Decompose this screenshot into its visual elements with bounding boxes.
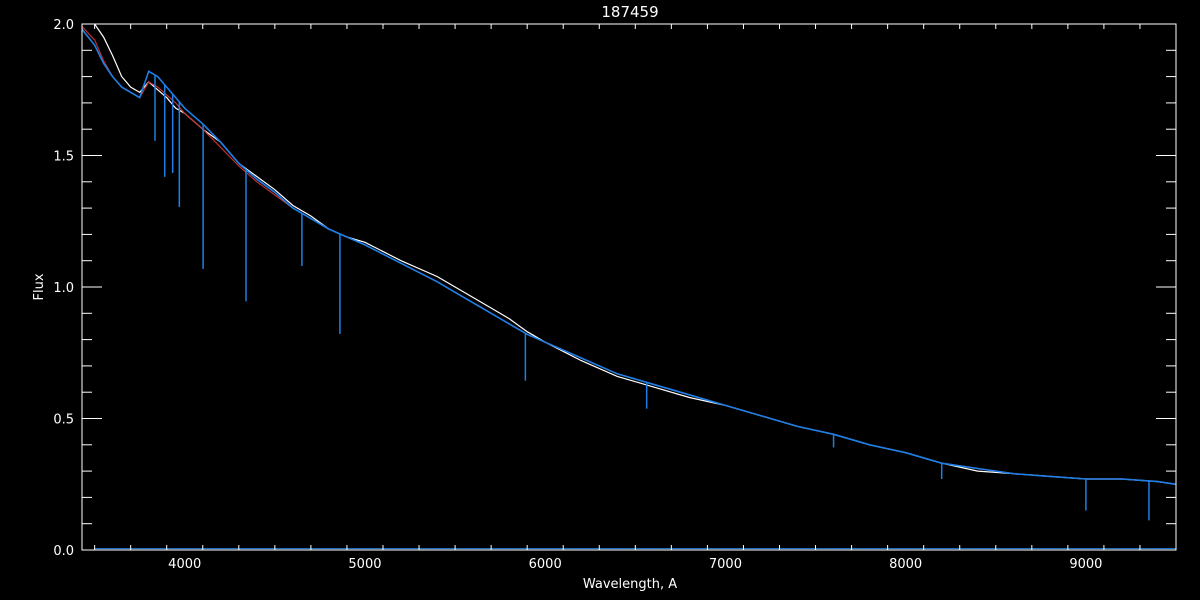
y-tick-label: 0.5 [53, 413, 74, 428]
x-tick-label: 8000 [889, 557, 922, 572]
y-tick-label: 1.0 [53, 281, 74, 296]
x-tick-label: 9000 [1069, 557, 1102, 572]
chart-title: 187459 [601, 3, 658, 21]
y-tick-label: 2.0 [53, 18, 74, 33]
axis-ticks: 4000 5000 6000 7000 8000 9000 0.0 0.5 1.0 1.5 2.0 [53, 18, 1177, 572]
x-tick-label: 5000 [348, 557, 381, 572]
plot-area [82, 24, 1176, 550]
spectrum-chart: 187459 Wavelength, A Flux 4000 5000 6000 70… [32, 3, 1177, 592]
x-axis-label: Wavelength, A [583, 577, 677, 592]
y-axis-label: Flux [32, 273, 47, 300]
y-tick-label: 1.5 [53, 150, 74, 165]
y-tick-label: 0.0 [53, 544, 74, 559]
x-tick-label: 7000 [709, 557, 742, 572]
x-tick-label: 4000 [168, 557, 201, 572]
x-tick-label: 6000 [529, 557, 562, 572]
